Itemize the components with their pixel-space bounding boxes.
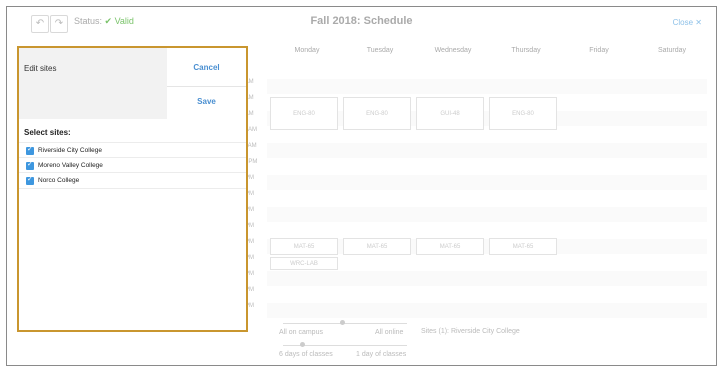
day-header-friday: Friday bbox=[589, 47, 609, 54]
grid-row bbox=[267, 303, 707, 318]
slider-label-online: All online bbox=[375, 329, 404, 336]
class-block-thursday-mat-65[interactable]: MAT-65 bbox=[489, 238, 557, 255]
slider-label-one-day: 1 day of classes bbox=[356, 351, 407, 358]
class-block-tuesday-eng-80[interactable]: ENG-80 bbox=[343, 97, 411, 130]
grid-row bbox=[267, 271, 707, 286]
checkbox-checked-icon[interactable] bbox=[26, 145, 34, 155]
grid-row bbox=[267, 143, 707, 158]
class-block-wednesday-mat-65[interactable]: MAT-65 bbox=[416, 238, 484, 255]
checkbox-checked-icon[interactable] bbox=[26, 175, 34, 185]
grid-row bbox=[267, 207, 707, 222]
select-sites-label: Select sites: bbox=[24, 128, 71, 137]
slider-label-six-days: 6 days of classes bbox=[279, 351, 333, 358]
site-option-label: Moreno Valley College bbox=[38, 162, 103, 169]
edit-sites-header: Edit sites Cancel Save bbox=[19, 48, 246, 119]
site-option-riverside[interactable]: Riverside City College bbox=[19, 142, 246, 158]
schedule-window: ↶ ↷ Status: ✔ Valid Fall 2018: Schedule … bbox=[6, 6, 717, 366]
cancel-button[interactable]: Cancel bbox=[167, 48, 246, 87]
class-block-tuesday-mat-65[interactable]: MAT-65 bbox=[343, 238, 411, 255]
site-option-norco[interactable]: Norco College bbox=[19, 172, 246, 189]
class-block-monday-mat-65[interactable]: MAT-65 bbox=[270, 238, 338, 255]
slider-label-campus: All on campus bbox=[279, 329, 323, 336]
save-button[interactable]: Save bbox=[167, 87, 246, 119]
class-block-thursday-eng-80[interactable]: ENG-80 bbox=[489, 97, 557, 130]
checkbox-checked-icon[interactable] bbox=[26, 160, 34, 170]
panel-title: Edit sites bbox=[24, 64, 57, 73]
class-block-wednesday-gui-48[interactable]: GUI-48 bbox=[416, 97, 484, 130]
day-header-thursday: Thursday bbox=[511, 47, 541, 54]
campus-online-slider[interactable] bbox=[283, 323, 407, 324]
site-option-moreno-valley[interactable]: Moreno Valley College bbox=[19, 157, 246, 173]
class-block-monday-eng-80[interactable]: ENG-80 bbox=[270, 97, 338, 130]
day-header-tuesday: Tuesday bbox=[366, 47, 394, 54]
days-slider-handle[interactable] bbox=[300, 342, 305, 347]
site-option-label: Riverside City College bbox=[38, 147, 102, 154]
day-header-wednesday: Wednesday bbox=[434, 47, 472, 54]
day-header-saturday: Saturday bbox=[657, 47, 687, 54]
edit-sites-panel: Edit sites Cancel Save Select sites: Riv… bbox=[17, 46, 248, 332]
grid-row bbox=[267, 175, 707, 190]
campus-online-slider-handle[interactable] bbox=[340, 320, 345, 325]
sites-summary: Sites (1): Riverside City College bbox=[421, 328, 520, 335]
grid-row bbox=[267, 79, 707, 94]
site-option-label: Norco College bbox=[38, 177, 80, 184]
class-block-monday-wrc-lab[interactable]: WRC-LAB bbox=[270, 257, 338, 270]
day-header-monday: Monday bbox=[294, 47, 320, 54]
